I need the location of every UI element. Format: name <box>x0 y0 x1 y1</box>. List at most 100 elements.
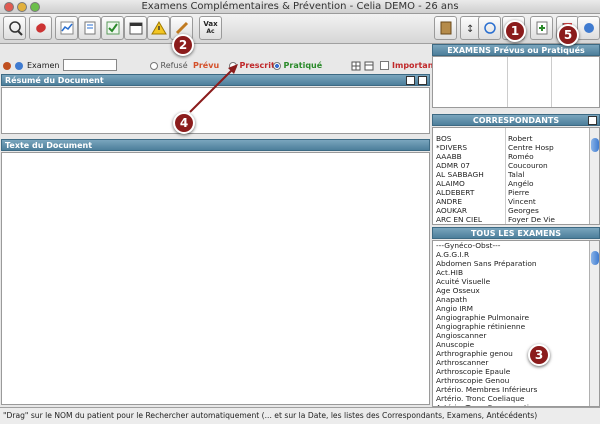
exam-list-item[interactable]: Angioscanner <box>433 331 591 340</box>
document-button[interactable] <box>78 16 101 40</box>
exam-list-item[interactable]: Angio IRM <box>433 304 591 313</box>
chart-icon <box>60 21 73 35</box>
add-document-button[interactable] <box>530 16 553 40</box>
correspondants-menu-icon[interactable] <box>588 116 597 125</box>
correspondant-row[interactable]: AL SABBAGH Talal <box>433 170 591 179</box>
vaccine-icon: Vax Ac <box>203 20 217 36</box>
refresh-icon <box>483 22 496 34</box>
correspondant-row[interactable]: ANDRE Vincent <box>433 197 591 206</box>
radio-refuse[interactable] <box>150 61 158 70</box>
right-pane: EXAMENS Prévus ou Pratiqués CORRESPONDAN… <box>432 44 600 407</box>
vaccine-sublabel: Ac <box>206 28 215 35</box>
exam-list-item[interactable]: ---Gynéco-Obst--- <box>433 241 591 250</box>
texte-textarea[interactable] <box>1 152 430 405</box>
prevus-list[interactable] <box>432 56 600 108</box>
correspondant-firstname: Talal <box>508 170 525 179</box>
resume-title: Résumé du Document <box>5 76 104 85</box>
resume-edit-icon[interactable] <box>406 76 415 85</box>
radio-pratique[interactable] <box>273 61 281 70</box>
tous-list[interactable]: ---Gynéco-Obst--- A.G.G.I.R Abdomen Sans P… <box>432 240 600 407</box>
exam-list-item[interactable]: Arthroscopie Epaule <box>433 367 591 376</box>
refresh-button[interactable] <box>478 16 501 40</box>
correspondant-name: AAABB <box>436 152 462 161</box>
exam-list-item[interactable]: Artério. Tronc Coeliaque <box>433 394 591 403</box>
exam-list-item[interactable]: Artério. Membres Inférieurs <box>433 385 591 394</box>
correspondant-firstname: Georges <box>508 206 539 215</box>
option-refuse-label: Refusé <box>160 61 188 70</box>
chart-button[interactable] <box>55 16 78 40</box>
correspondants-list[interactable]: BOS Robert *DIVERS Centre Hosp AAABB Roméo ADM… <box>432 127 600 225</box>
exam-list-item[interactable]: Acuité Visuelle <box>433 277 591 286</box>
important-checkbox[interactable] <box>380 61 389 70</box>
callout-badge-2: 2 <box>172 34 194 56</box>
correspondants-scroll-thumb[interactable] <box>591 138 599 152</box>
grid-icon[interactable] <box>351 61 361 71</box>
exam-list-item[interactable]: Angiographie rétinienne <box>433 322 591 331</box>
correspondant-firstname: Foyer De Vie <box>508 215 555 224</box>
pills-icon <box>35 23 46 33</box>
tous-scroll-thumb[interactable] <box>591 251 599 265</box>
exam-list-item[interactable]: Arthroscanner <box>433 358 591 367</box>
correspondant-name: ANDRE <box>436 197 463 206</box>
document-icon <box>84 21 95 35</box>
exam-list-item[interactable]: Arthrographie genou <box>433 349 591 358</box>
grid-alt-icon[interactable] <box>364 61 374 71</box>
patient-button[interactable] <box>3 16 26 40</box>
checklist-button[interactable] <box>101 16 124 40</box>
patient-icon <box>8 21 23 36</box>
vaccine-button[interactable]: Vax Ac <box>199 16 222 40</box>
correspondant-name: AL SABBAGH <box>436 170 484 179</box>
callout-arrow <box>189 64 238 113</box>
calendar-button[interactable] <box>124 16 147 40</box>
correspondant-firstname: Angélo <box>508 179 534 188</box>
important-label: Important <box>392 61 438 70</box>
correspondant-name: *DIVERS <box>436 143 468 152</box>
alert-icon <box>150 21 167 35</box>
option-pratique[interactable]: Pratiqué <box>273 61 322 70</box>
resume-list-icon[interactable] <box>418 76 427 85</box>
exam-status-icon <box>3 62 11 70</box>
export-button[interactable] <box>577 16 600 40</box>
correspondant-row[interactable]: AOUKAR Georges <box>433 206 591 215</box>
correspondant-row[interactable]: ADMR 07 Coucouron <box>433 161 591 170</box>
option-refuse[interactable]: Refusé <box>150 61 188 70</box>
correspondant-row[interactable]: *DIVERS Centre Hosp <box>433 143 591 152</box>
notebook-icon <box>440 21 451 35</box>
correspondants-scrollbar[interactable] <box>589 128 599 224</box>
tous-scrollbar[interactable] <box>589 241 599 406</box>
exam-list-item[interactable]: Act.HIB <box>433 268 591 277</box>
correspondants-title: CORRESPONDANTS <box>472 116 560 125</box>
exam-list-item[interactable]: Anuscopie <box>433 340 591 349</box>
correspondant-name: BOS <box>436 134 452 143</box>
exam-list-item[interactable]: Age Osseux <box>433 286 591 295</box>
notebook-button[interactable] <box>434 16 457 40</box>
exam-input[interactable] <box>63 59 117 71</box>
pills-button[interactable] <box>29 16 52 40</box>
callout-badge-3: 3 <box>528 344 550 366</box>
correspondant-firstname: Vincent <box>508 197 536 206</box>
correspondant-row[interactable]: ARC EN CIEL Foyer De Vie <box>433 215 591 224</box>
prevus-header: EXAMENS Prévus ou Pratiqués <box>432 44 600 56</box>
exam-list-item[interactable]: Arthroscopie Genou <box>433 376 591 385</box>
callout-badge-5: 5 <box>557 24 579 46</box>
exam-info-icon <box>15 62 23 70</box>
correspondant-row[interactable]: ALDEBERT Pierre <box>433 188 591 197</box>
status-text: "Drag" sur le NOM du patient pour le Rec… <box>3 411 538 420</box>
correspondant-firstname: Coucouron <box>508 161 548 170</box>
correspondant-firstname: Robert <box>508 134 533 143</box>
exam-list-item[interactable]: A.G.G.I.R <box>433 250 591 259</box>
svg-text:↕: ↕ <box>466 24 474 35</box>
correspondant-row[interactable]: BOS Robert <box>433 134 591 143</box>
checklist-icon <box>106 21 119 35</box>
tous-header: TOUS LES EXAMENS <box>432 227 600 239</box>
correspondant-name: ARC EN CIEL <box>436 215 483 224</box>
correspondant-firstname: Roméo <box>508 152 534 161</box>
calendar-icon <box>129 22 142 35</box>
correspondant-name: ADMR 07 <box>436 161 471 170</box>
correspondant-row[interactable]: ALAIMO Angélo <box>433 179 591 188</box>
correspondant-row[interactable]: AAABB Roméo <box>433 152 591 161</box>
exam-list-item[interactable]: Abdomen Sans Préparation <box>433 259 591 268</box>
exam-list-item[interactable]: Anapath <box>433 295 591 304</box>
alert-button[interactable] <box>147 16 170 40</box>
exam-list-item[interactable]: Angiographie Pulmonaire <box>433 313 591 322</box>
